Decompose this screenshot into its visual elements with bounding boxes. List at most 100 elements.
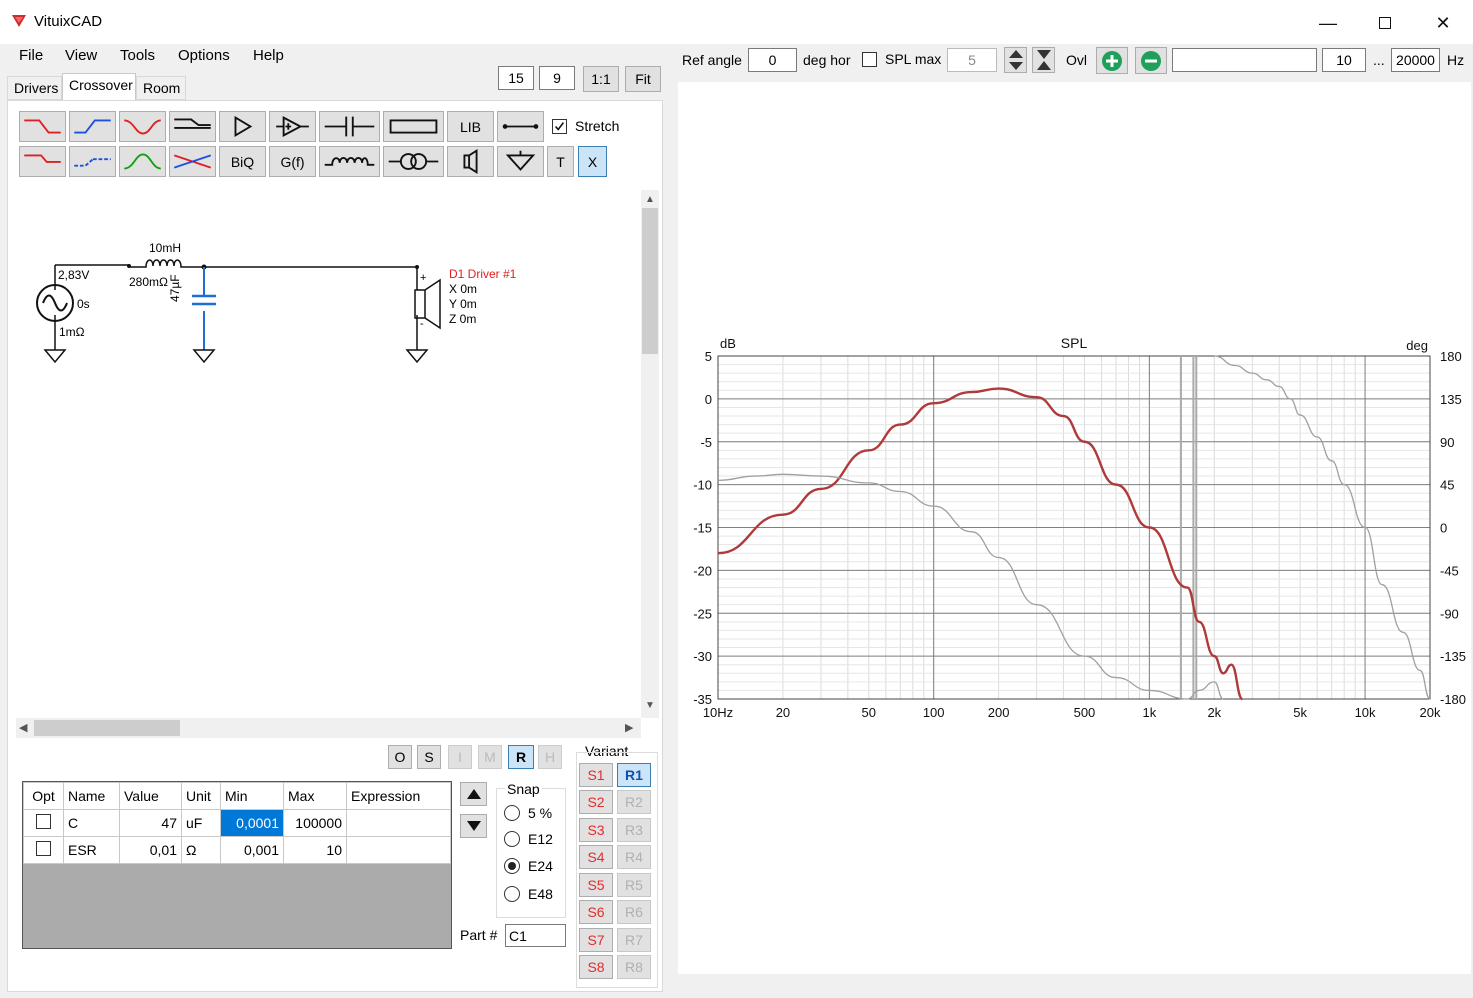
opt-checkbox[interactable] <box>36 814 51 829</box>
variant-s7-button[interactable]: S7 <box>579 928 613 952</box>
zoom-fit-button[interactable]: Fit <box>625 66 661 92</box>
crossover-filter-icon[interactable] <box>169 146 216 177</box>
transfer-function-button[interactable]: G(f) <box>269 146 316 177</box>
zoom-b-field[interactable]: 9 <box>539 66 575 90</box>
menu-view[interactable]: View <box>65 47 97 64</box>
variant-r1-button[interactable]: R1 <box>617 763 651 787</box>
snap-5pct-radio[interactable]: 5 % <box>504 805 552 821</box>
horizontal-scroll-thumb[interactable] <box>34 720 180 736</box>
variant-r6-button[interactable]: R6 <box>617 900 651 924</box>
minimize-icon[interactable]: — <box>1305 8 1351 38</box>
tab-crossover[interactable]: Crossover <box>62 73 136 101</box>
param-value[interactable]: 47 <box>119 809 182 837</box>
freq-max-field[interactable]: 20000 <box>1391 48 1440 72</box>
opt-checkbox-cell[interactable] <box>23 809 64 837</box>
variant-s1-button[interactable]: S1 <box>579 763 613 787</box>
variant-s6-button[interactable]: S6 <box>579 900 613 924</box>
zoom-a-field[interactable]: 15 <box>498 66 534 90</box>
delete-tool-button[interactable]: X <box>578 146 607 177</box>
radio-circle[interactable] <box>504 805 520 821</box>
radio-circle[interactable] <box>504 831 520 847</box>
param-max[interactable]: 10 <box>283 836 347 864</box>
zoom-one-button[interactable]: 1:1 <box>583 66 619 92</box>
param-expression[interactable] <box>346 836 451 864</box>
scroll-left-icon[interactable]: ◀ <box>19 721 27 734</box>
highpass-allpass-icon[interactable] <box>69 146 116 177</box>
mode-o-button[interactable]: O <box>388 745 412 769</box>
mode-r-button[interactable]: R <box>508 745 534 769</box>
variant-r4-button[interactable]: R4 <box>617 845 651 869</box>
resistor-icon[interactable] <box>383 111 444 142</box>
param-min[interactable]: 0,001 <box>220 836 284 864</box>
freq-min-field[interactable]: 10 <box>1322 48 1366 72</box>
tab-drivers[interactable]: Drivers <box>7 76 62 100</box>
opt-checkbox[interactable] <box>36 841 51 856</box>
snap-e24-radio[interactable]: E24 <box>504 858 553 874</box>
speaker-icon[interactable] <box>447 146 494 177</box>
variant-r7-button[interactable]: R7 <box>617 928 651 952</box>
variant-s2-button[interactable]: S2 <box>579 790 613 814</box>
variant-r5-button[interactable]: R5 <box>617 873 651 897</box>
overlay-field[interactable] <box>1172 48 1317 72</box>
peak-filter-icon[interactable] <box>119 146 166 177</box>
inductor-icon[interactable] <box>319 146 380 177</box>
lowpass-allpass-icon[interactable] <box>19 146 66 177</box>
tab-room[interactable]: Room <box>136 76 186 100</box>
variant-s4-button[interactable]: S4 <box>579 845 613 869</box>
spl-chart[interactable]: 10Hz 20 50 100 200 500 1k 2k 5k 10k 20k50-5-10-15-… <box>678 82 1471 974</box>
param-max[interactable]: 100000 <box>283 809 347 837</box>
table-row[interactable]: C 47 uF 0,0001 100000 <box>23 809 451 837</box>
radio-circle[interactable] <box>504 886 520 902</box>
snap-e12-radio[interactable]: E12 <box>504 831 553 847</box>
scroll-down-icon[interactable]: ▼ <box>645 700 655 711</box>
variant-r8-button[interactable]: R8 <box>617 955 651 979</box>
compress-arrows-icon[interactable] <box>1032 47 1055 73</box>
menu-help[interactable]: Help <box>253 47 284 64</box>
vertical-scrollbar[interactable]: ▲ ▼ <box>641 190 659 718</box>
ref-angle-field[interactable]: 0 <box>748 48 797 72</box>
transformer-icon[interactable] <box>383 146 444 177</box>
biquad-button[interactable]: BiQ <box>219 146 266 177</box>
opt-checkbox-cell[interactable] <box>23 836 64 864</box>
variant-s8-button[interactable]: S8 <box>579 955 613 979</box>
stretch-checkbox[interactable] <box>552 119 567 134</box>
vertical-scroll-thumb[interactable] <box>642 208 658 354</box>
ground-icon[interactable] <box>497 146 544 177</box>
spl-max-field[interactable]: 5 <box>947 48 997 72</box>
library-button[interactable]: LIB <box>447 111 494 142</box>
wire-icon[interactable] <box>497 111 544 142</box>
highpass-filter-icon[interactable] <box>69 111 116 142</box>
mode-s-button[interactable]: S <box>417 745 441 769</box>
param-min[interactable]: 0,0001 <box>220 809 284 837</box>
mode-h-button[interactable]: H <box>538 745 562 769</box>
lowpass-filter-icon[interactable] <box>19 111 66 142</box>
add-overlay-icon[interactable] <box>1096 47 1128 74</box>
scroll-up-icon[interactable]: ▲ <box>645 194 655 205</box>
schematic-canvas[interactable]: 10mH 280mΩ 47µF 2,83V 0s 1mΩ + - D1 Driv… <box>16 190 641 718</box>
move-down-button[interactable] <box>460 814 487 838</box>
horizontal-scrollbar[interactable]: ◀ ▶ <box>16 718 641 738</box>
text-tool-button[interactable]: T <box>547 146 574 177</box>
scroll-right-icon[interactable]: ▶ <box>625 721 633 734</box>
mode-i-button[interactable]: I <box>448 745 472 769</box>
scale-arrows-icon[interactable] <box>1004 47 1027 73</box>
param-value[interactable]: 0,01 <box>119 836 182 864</box>
menu-options[interactable]: Options <box>178 47 230 64</box>
notch-filter-icon[interactable] <box>119 111 166 142</box>
variant-s5-button[interactable]: S5 <box>579 873 613 897</box>
capacitor-icon[interactable] <box>319 111 380 142</box>
param-expression[interactable] <box>346 809 451 837</box>
variant-r2-button[interactable]: R2 <box>617 790 651 814</box>
move-up-button[interactable] <box>460 782 487 806</box>
amplifier-icon[interactable] <box>219 111 266 142</box>
table-row[interactable]: ESR 0,01 Ω 0,001 10 <box>23 836 451 864</box>
variant-s3-button[interactable]: S3 <box>579 818 613 842</box>
menu-file[interactable]: File <box>19 47 43 64</box>
variant-r3-button[interactable]: R3 <box>617 818 651 842</box>
spl-max-checkbox[interactable] <box>862 52 877 67</box>
parameter-grid[interactable]: Opt Name Value Unit Min Max Expression C… <box>22 781 452 949</box>
part-field[interactable]: C1 <box>505 924 566 947</box>
snap-e48-radio[interactable]: E48 <box>504 886 553 902</box>
maximize-icon[interactable] <box>1362 8 1408 38</box>
close-icon[interactable]: ✕ <box>1420 8 1466 38</box>
